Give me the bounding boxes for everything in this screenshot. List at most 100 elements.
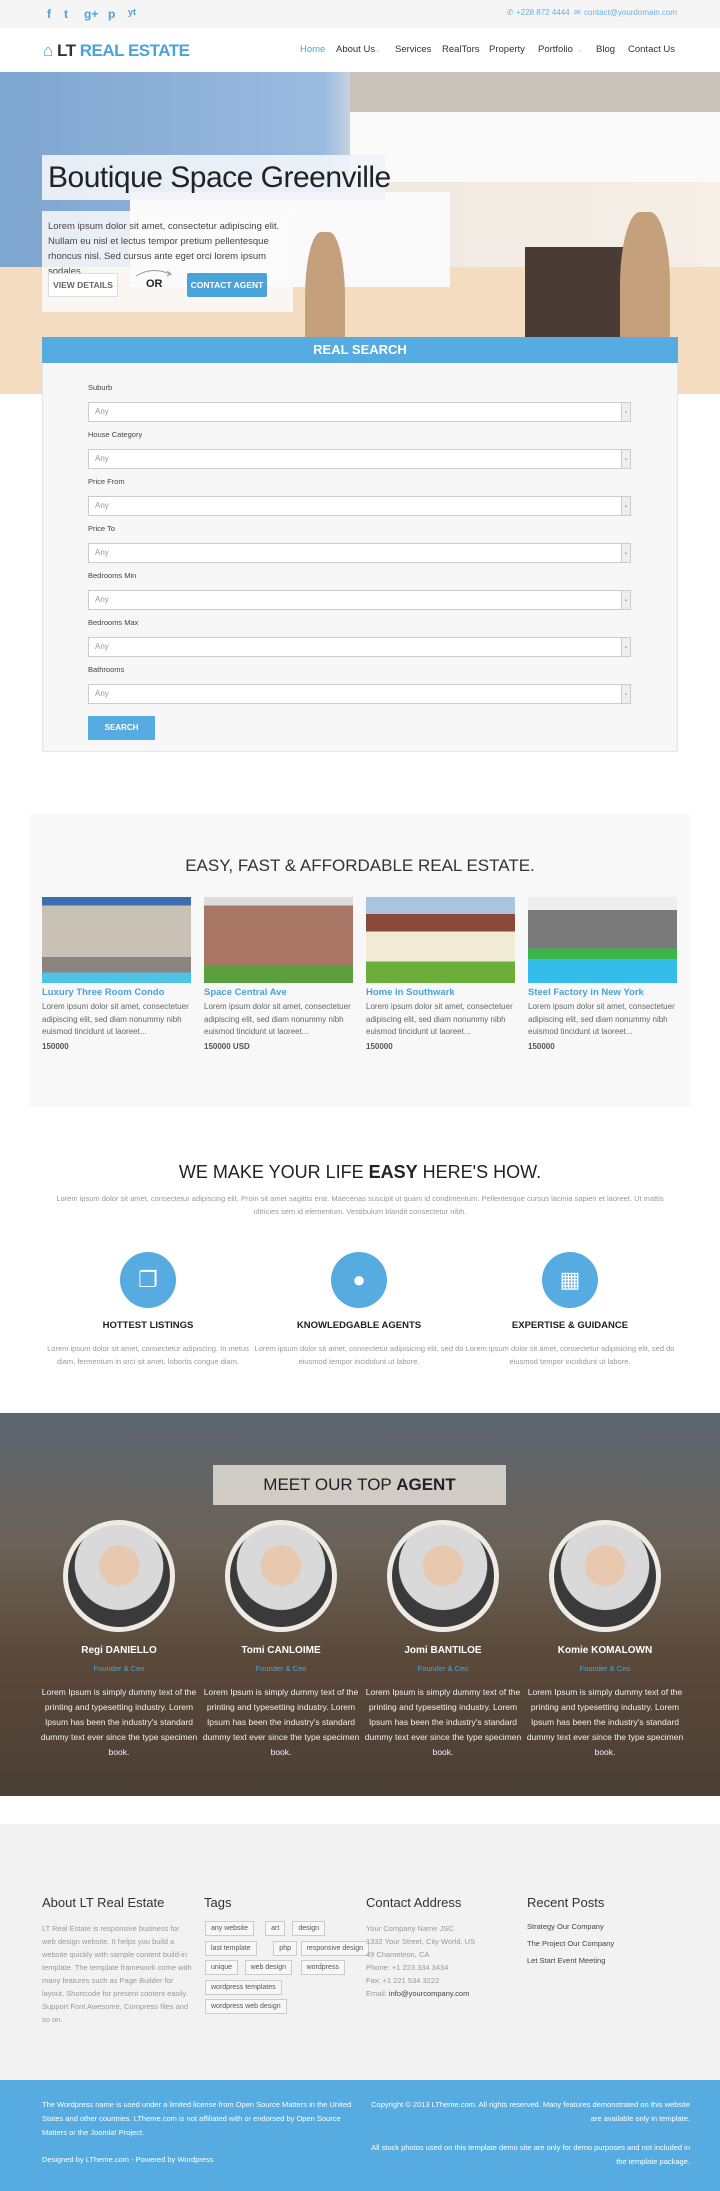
nav-blog[interactable]: Blog [596, 44, 615, 55]
agent-name[interactable]: Regi DANIELLO [39, 1645, 199, 1656]
property-description: Lorem ipsum dolor sit amet, consectetuer… [204, 1002, 351, 1036]
agent-photo[interactable] [387, 1520, 499, 1632]
tag-link[interactable]: any website [205, 1921, 254, 1936]
agent-description: Lorem Ipsum is simply dummy text of the … [202, 1687, 360, 1757]
agent-role: Founder & Ceo [417, 1664, 469, 1673]
google-plus-icon[interactable]: g+ [84, 7, 98, 21]
agent-photo[interactable] [225, 1520, 337, 1632]
field-label: Bedrooms Min [88, 571, 137, 580]
chevron-down-icon: ⌄ [621, 685, 630, 703]
agent-photo[interactable] [549, 1520, 661, 1632]
about-text: LT Real Estate is responsive business fo… [42, 1924, 192, 2024]
tag-link[interactable]: web design [244, 1960, 293, 1975]
select-field[interactable]: Any ⌄ [88, 402, 631, 422]
property-title[interactable]: Home in Southwark [366, 987, 455, 998]
property-description: Lorem ipsum dolor sit amet, consectetuer… [42, 1002, 189, 1036]
recent-post-link[interactable]: The Project Our Company [527, 1939, 614, 1948]
property-image[interactable] [528, 897, 677, 983]
tag-link[interactable]: wordpress templates [205, 1979, 282, 1995]
phone-number: +228 872 4444 [516, 8, 570, 17]
field-label: Bathrooms [88, 665, 125, 674]
hero-title-box: Boutique Space Greenville [42, 155, 391, 200]
select-field[interactable]: Any ⌄ [88, 590, 631, 610]
tags-title: Tags [204, 1895, 232, 1910]
chevron-down-icon: ⌄ [621, 638, 630, 656]
select-field[interactable]: Any ⌄ [88, 543, 631, 563]
recent-post-link[interactable]: Let Start Event Meeting [527, 1956, 605, 1965]
property-image[interactable] [42, 897, 191, 983]
tag-link[interactable]: php [273, 1940, 297, 1956]
recent-posts-title: Recent Posts [527, 1895, 605, 1910]
field-label: Price To [88, 524, 115, 533]
search-panel-title: REAL SEARCH [42, 337, 678, 363]
agent-description: Lorem Ipsum is simply dummy text of the … [40, 1687, 198, 1757]
nav-contact-us[interactable]: Contact Us [628, 44, 675, 55]
property-price: 150000 [42, 1042, 69, 1051]
properties-title: EASY, FAST & AFFORDABLE REAL ESTATE. [185, 856, 535, 875]
facebook-icon[interactable]: f [47, 7, 51, 21]
agent-role: Founder & Ceo [93, 1664, 145, 1673]
contact-title: Contact Address [366, 1895, 462, 1910]
search-button[interactable]: SEARCH [88, 716, 155, 740]
select-field[interactable]: Any ⌄ [88, 449, 631, 469]
view-details-button[interactable]: VIEW DETAILS [48, 273, 118, 297]
recent-post-link[interactable]: Strategy Our Company [527, 1922, 604, 1931]
twitter-icon[interactable]: t [64, 7, 68, 21]
mail-icon: ✉ [574, 8, 581, 17]
property-description: Lorem ipsum dolor sit amet, consectetuer… [528, 1002, 675, 1036]
agent-role: Founder & Ceo [255, 1664, 307, 1673]
nav-home[interactable]: Home [300, 44, 325, 55]
nav-portfolio[interactable]: Portfolio [538, 44, 573, 55]
property-price: 150000 [366, 1042, 393, 1051]
chevron-down-icon: ⌄ [621, 403, 630, 421]
tag-link[interactable]: design [292, 1921, 326, 1936]
pinterest-icon[interactable]: p [108, 7, 115, 21]
select-field[interactable]: Any ⌄ [88, 684, 631, 704]
tag-link[interactable]: last template [205, 1940, 257, 1956]
property-title[interactable]: Space Central Ave [204, 987, 287, 998]
tag-link[interactable]: wordpress [300, 1960, 345, 1975]
feature-title: EXPERTISE & GUIDANCE [511, 1320, 629, 1331]
property-title[interactable]: Steel Factory in New York [528, 987, 644, 998]
youtube-icon[interactable]: yt [128, 7, 136, 17]
nav-about-us[interactable]: About Us [336, 44, 375, 55]
feature-description: Lorem ipsum dolor sit amet, consectetur … [465, 1344, 675, 1366]
or-label: OR [146, 278, 163, 290]
arrow-icon [135, 270, 172, 277]
agents-title: MEET OUR TOP AGENT [213, 1465, 506, 1505]
property-image[interactable] [204, 897, 353, 983]
property-description: Lorem ipsum dolor sit amet, consectetuer… [366, 1002, 513, 1036]
tag-link[interactable]: unique [205, 1960, 239, 1975]
feature-description: Lorem ipsum dolor sit amet, consectetur … [254, 1344, 464, 1366]
agent-photo[interactable] [63, 1520, 175, 1632]
property-title[interactable]: Luxury Three Room Condo [42, 987, 164, 998]
tag-link[interactable]: wordpress web design [205, 1999, 287, 2014]
property-price: 150000 [528, 1042, 555, 1051]
logo[interactable]: ⌂ LT REAL ESTATE [43, 41, 190, 61]
agent-description: Lorem Ipsum is simply dummy text of the … [364, 1687, 522, 1757]
field-label: Bedrooms Max [88, 618, 139, 627]
designed-by[interactable]: Designed by LTheme.com - Powered by Word… [42, 2155, 213, 2164]
nav-property[interactable]: Property [489, 44, 525, 55]
property-image[interactable] [366, 897, 515, 983]
agent-name[interactable]: Jomi BANTILOE [363, 1645, 523, 1656]
select-field[interactable]: Any ⌄ [88, 496, 631, 516]
chevron-down-icon: ⌄ [621, 450, 630, 468]
how-description: Lorem ipsum dolor sit amet, consectetur … [56, 1194, 664, 1216]
email-link[interactable]: contact@yourdomain.com [584, 8, 677, 17]
select-field[interactable]: Any ⌄ [88, 637, 631, 657]
hero-title: Boutique Space Greenville [48, 161, 391, 194]
agent-name[interactable]: Komie KOMALOWN [525, 1645, 685, 1656]
tag-link[interactable]: art [265, 1921, 286, 1936]
contact-address: Your Company Name JSC 1332 Your Street, … [366, 1924, 476, 1998]
field-label: Price From [88, 477, 125, 486]
feature-description: Lorem ipsum dolor sit amet, consectetur … [47, 1344, 249, 1366]
contact-agent-button[interactable]: CONTACT AGENT [187, 273, 267, 297]
nav-services[interactable]: Services [395, 44, 431, 55]
nav-realtors[interactable]: RealTors [442, 44, 480, 55]
agent-name[interactable]: Tomi CANLOIME [201, 1645, 361, 1656]
building-icon: ▦ [542, 1252, 598, 1308]
contact-email-link[interactable]: info@yourcompany.com [389, 1989, 469, 1998]
chevron-down-icon: ⌄ [577, 47, 583, 54]
tag-link[interactable]: responsive design [300, 1940, 370, 1956]
